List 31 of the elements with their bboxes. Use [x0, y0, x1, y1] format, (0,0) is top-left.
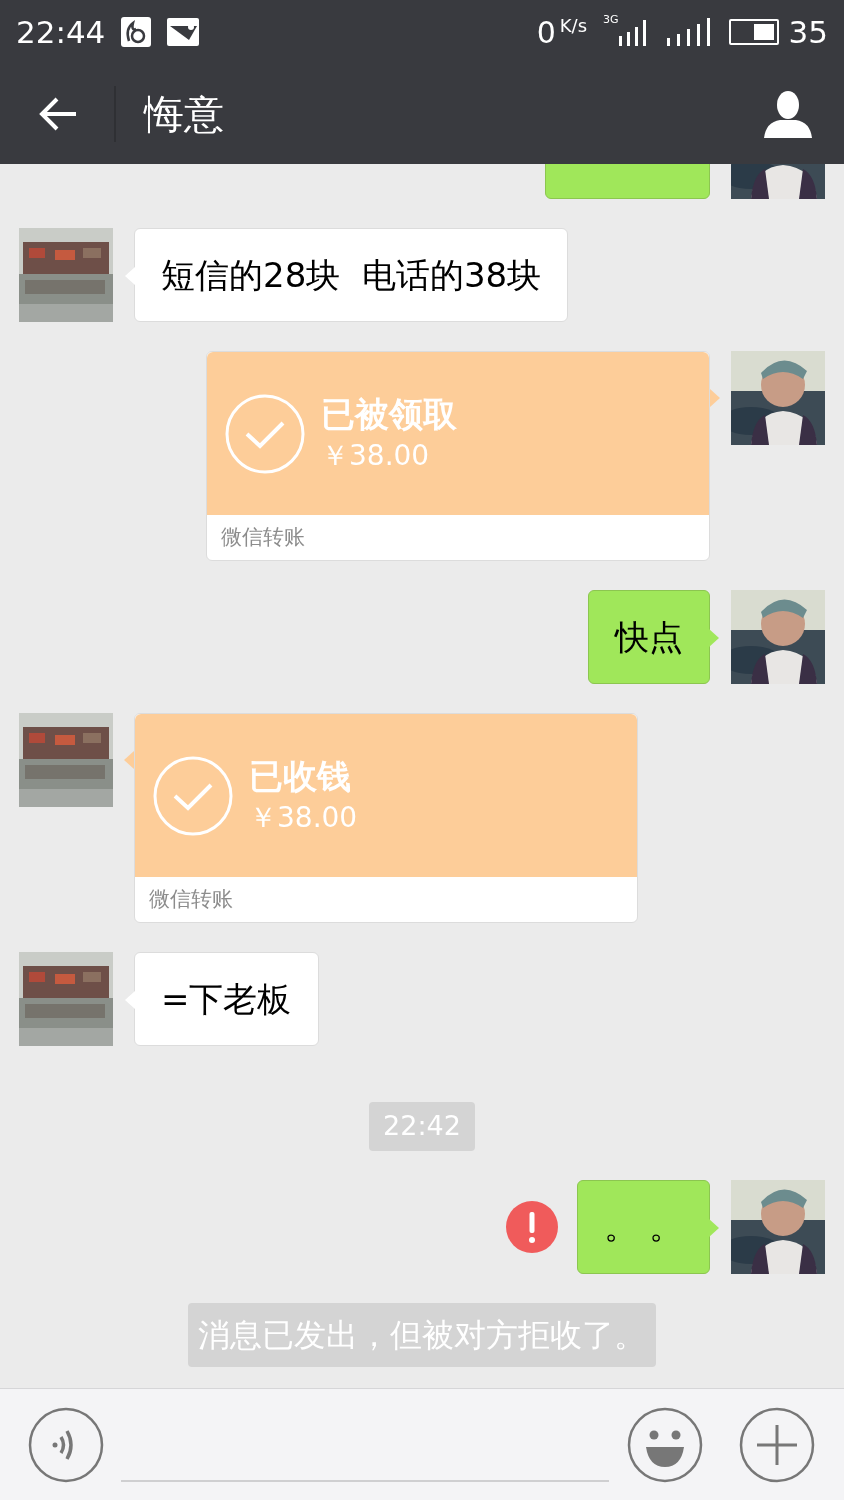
- emoji-icon[interactable]: [627, 1406, 703, 1483]
- back-icon[interactable]: [38, 96, 78, 132]
- plus-icon[interactable]: [739, 1406, 815, 1483]
- battery-percent: 35: [788, 12, 828, 52]
- chat-title: 悔意: [144, 90, 224, 139]
- clock: 22:44: [16, 12, 106, 52]
- bubble-tail: [124, 751, 134, 769]
- transfer-card[interactable]: 已收钱 ￥38.00 微信转账: [134, 713, 638, 923]
- network-speed: 0: [536, 13, 556, 52]
- check-circle-icon: [153, 755, 233, 836]
- transfer-label: 微信转账: [149, 885, 233, 913]
- bubble-tail: [125, 991, 135, 1009]
- transfer-status: 已被领取: [321, 392, 457, 436]
- transfer-amount: ￥38.00: [249, 799, 358, 836]
- signal-icon: [618, 18, 647, 46]
- network-speed-unit: K/s: [559, 14, 587, 38]
- bubble-tail: [709, 629, 719, 647]
- bubble-tail: [710, 389, 720, 407]
- bubble-tail: [125, 267, 135, 285]
- transfer-card[interactable]: 已被领取 ￥38.00 微信转账: [206, 351, 710, 561]
- network-type: 3G: [603, 12, 619, 28]
- battery-icon: [728, 19, 779, 45]
- bubble-tail: [709, 1218, 719, 1237]
- voice-icon[interactable]: [28, 1406, 104, 1483]
- profile-icon[interactable]: [764, 90, 812, 138]
- check-circle-icon: [225, 393, 305, 474]
- transfer-amount: ￥38.00: [321, 437, 431, 474]
- signal-icon: [666, 18, 711, 46]
- transfer-label: 微信转账: [221, 523, 305, 551]
- transfer-status: 已收钱: [249, 754, 352, 798]
- error-icon[interactable]: [506, 1200, 559, 1253]
